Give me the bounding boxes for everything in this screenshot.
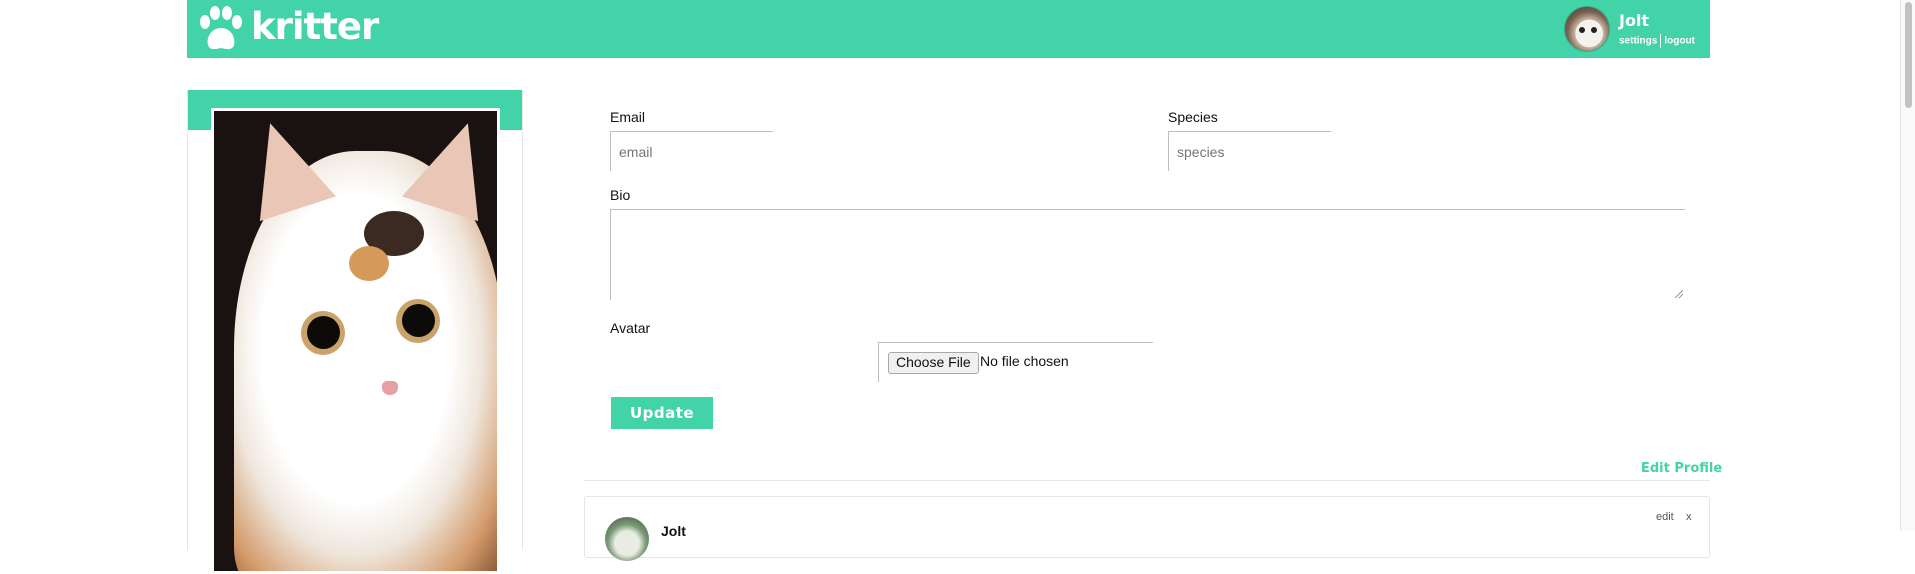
post-author-avatar[interactable] [605,517,649,561]
cat-image [232,111,497,571]
user-name[interactable]: Jolt [1619,11,1649,30]
species-label: Species [1168,109,1218,125]
resize-handle-icon[interactable] [1675,290,1683,298]
edit-profile-link[interactable]: Edit Profile [1641,461,1722,476]
post-card: Jolt edit x [584,496,1710,561]
bio-label: Bio [610,187,631,203]
divider [584,480,1710,481]
post-delete-link[interactable]: x [1686,511,1692,523]
update-button[interactable]: Update [611,397,713,429]
link-divider [1660,34,1662,48]
post-author-name[interactable]: Jolt [661,523,686,539]
file-status: No file chosen [980,353,1069,369]
avatar-label: Avatar [610,320,651,336]
bio-textarea[interactable] [610,209,1685,300]
user-links: settings logout [1619,34,1695,48]
paw-logo-icon[interactable] [195,4,245,54]
email-label: Email [610,109,646,125]
species-input[interactable] [1168,131,1331,171]
choose-file-button[interactable]: Choose File [888,352,979,374]
email-input[interactable] [610,131,773,171]
post-edit-link[interactable]: edit [1656,511,1674,523]
page-scrollbar[interactable] [1900,0,1915,531]
profile-photo [211,108,500,574]
brand-name[interactable]: kritter [251,2,379,52]
logout-link[interactable]: logout [1664,36,1695,47]
scrollbar-thumb[interactable] [1905,2,1912,108]
profile-card [187,90,523,574]
settings-link[interactable]: settings [1619,36,1657,47]
avatar-file-input[interactable]: Choose File No file chosen [878,342,1153,382]
user-avatar[interactable] [1564,6,1610,52]
top-nav-bar: kritter Jolt settings logout [187,0,1710,58]
